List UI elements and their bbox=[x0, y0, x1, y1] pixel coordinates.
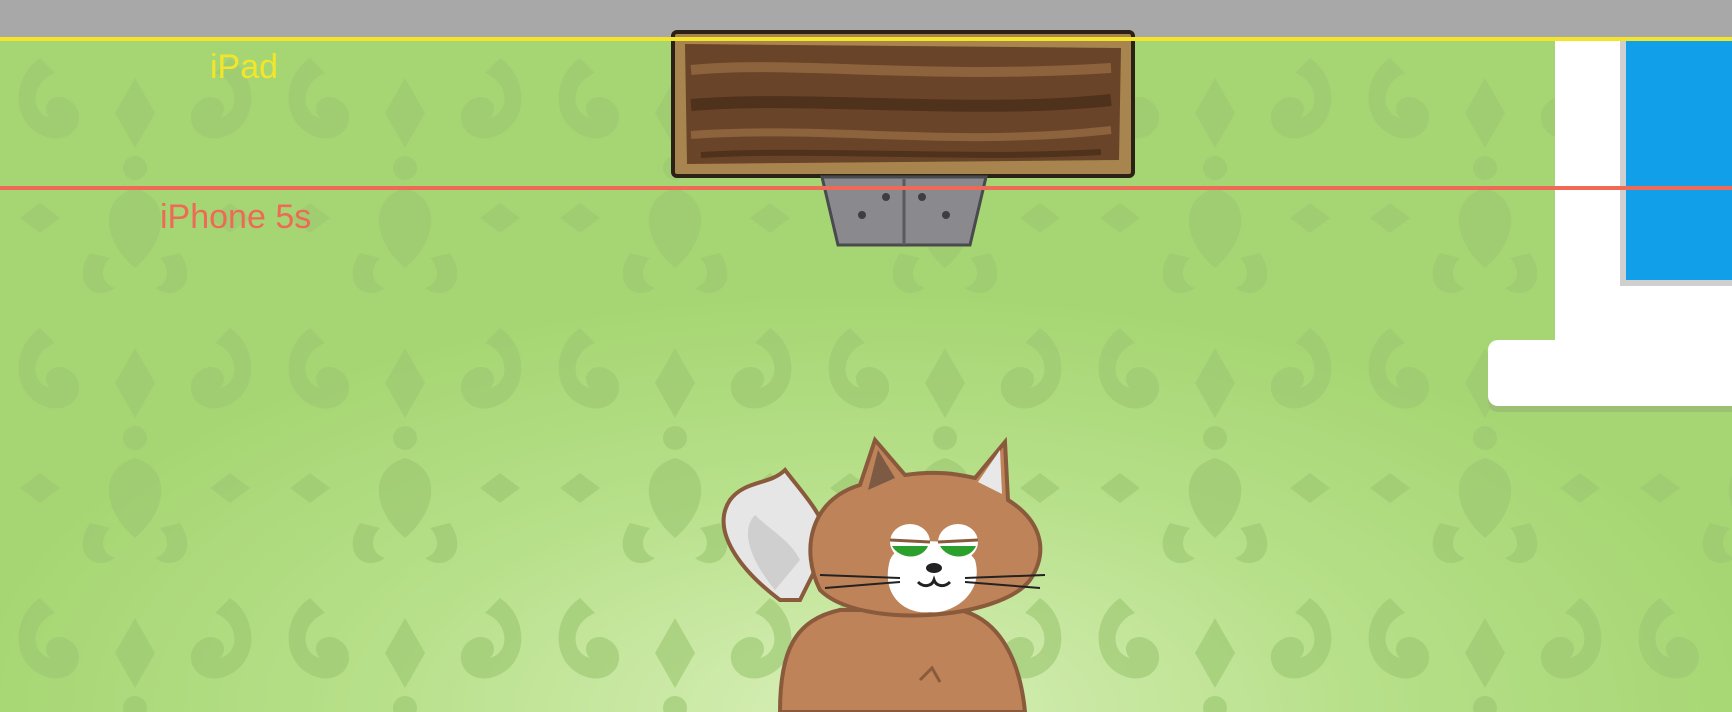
iphone-guide-line bbox=[0, 186, 1732, 190]
window-sill bbox=[1488, 340, 1732, 406]
iphone-guide-label: iPhone 5s bbox=[160, 198, 312, 236]
game-scene: iPad iPhone 5s bbox=[0, 0, 1732, 712]
ipad-guide-label: iPad bbox=[210, 48, 279, 86]
wooden-shelf bbox=[671, 30, 1135, 178]
ipad-guide-line bbox=[0, 37, 1732, 41]
cat-character[interactable] bbox=[700, 430, 1120, 712]
window-glass bbox=[1620, 38, 1732, 286]
